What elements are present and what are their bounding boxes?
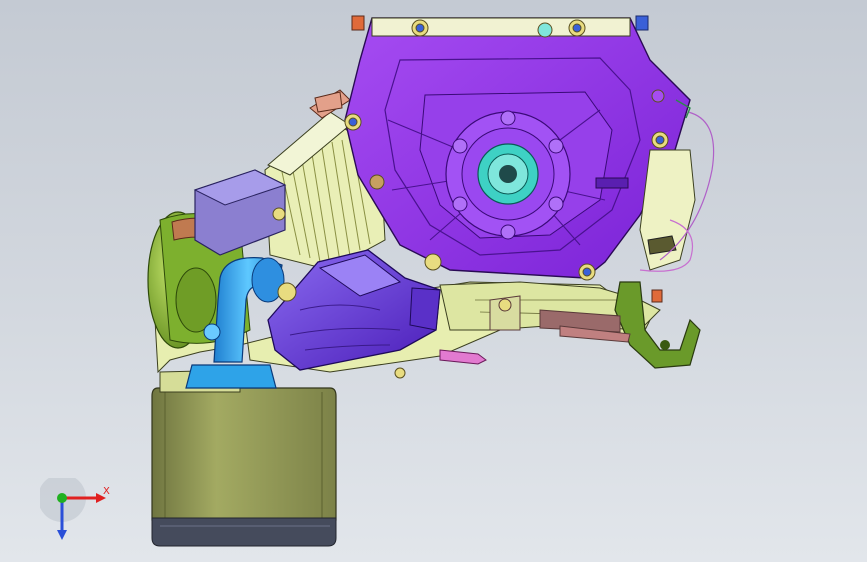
orange-fitting xyxy=(351,15,365,31)
sump-base-plate xyxy=(151,517,337,547)
z-axis-dot xyxy=(57,493,67,503)
pink-hose xyxy=(439,349,487,365)
oil-sump[interactable] xyxy=(151,387,337,547)
blue-fitting xyxy=(635,15,649,31)
coordinate-triad[interactable]: X Y xyxy=(38,474,120,548)
airbox-bolt xyxy=(272,207,286,221)
engine-assembly-model[interactable] xyxy=(0,0,867,562)
intake-flange xyxy=(185,364,277,389)
gearbox-cover[interactable] xyxy=(344,17,691,279)
top-mounting-rail xyxy=(371,17,631,37)
drain-plug xyxy=(394,367,406,379)
mounting-bracket[interactable] xyxy=(614,281,701,369)
y-axis-label: Y xyxy=(59,530,66,541)
x-axis-label: X xyxy=(103,486,110,497)
part-label-plate xyxy=(595,177,629,189)
cad-viewport[interactable]: X Y xyxy=(0,0,867,562)
